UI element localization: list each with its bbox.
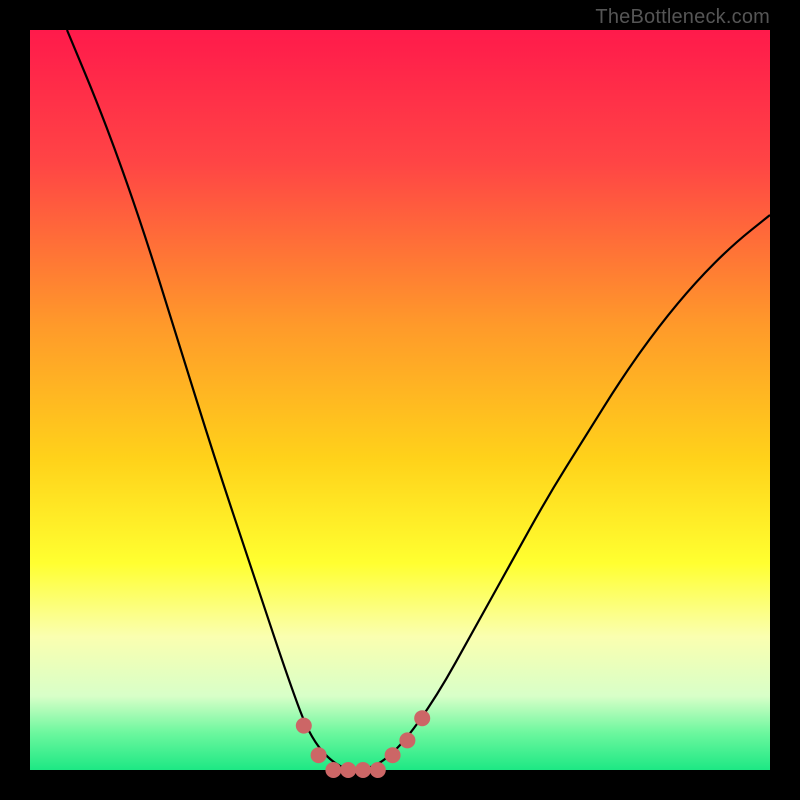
- marker-dot: [355, 762, 371, 778]
- chart-svg: [30, 30, 770, 770]
- watermark-text: TheBottleneck.com: [595, 6, 770, 29]
- marker-dot: [385, 747, 401, 763]
- bottleneck-curve: [67, 30, 770, 770]
- marker-dot: [414, 710, 430, 726]
- marker-dot: [370, 762, 386, 778]
- marker-dot: [340, 762, 356, 778]
- marker-dot: [325, 762, 341, 778]
- marker-dot: [399, 732, 415, 748]
- frame: TheBottleneck.com: [0, 0, 800, 800]
- plot-area: [30, 30, 770, 770]
- marker-dot: [296, 718, 312, 734]
- marker-dot: [311, 747, 327, 763]
